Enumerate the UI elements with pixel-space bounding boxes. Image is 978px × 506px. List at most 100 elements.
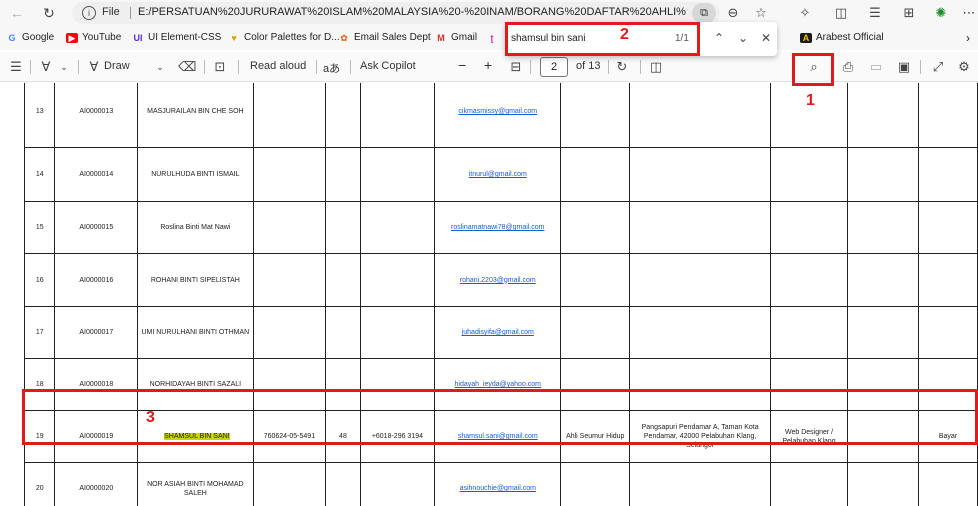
page-total: of 13 <box>576 60 601 72</box>
more-menu-icon[interactable]: ⋯ <box>960 5 978 21</box>
zoom-out-button[interactable]: − <box>458 57 466 73</box>
url-separator <box>130 7 131 19</box>
collections-icon[interactable]: ⊞ <box>900 5 918 21</box>
previous-match-icon[interactable]: ⌃ <box>710 29 728 47</box>
address-bar-row: ← ↻ i File E:/PERSATUAN%20JURURAWAT%20IS… <box>0 0 978 26</box>
toolbar-separator <box>608 60 609 74</box>
table-cell-email[interactable]: asihnouchie@gmail.com <box>434 462 562 506</box>
immersive-reader-icon[interactable]: ⧉ <box>692 3 716 23</box>
toolbar-separator <box>30 60 31 74</box>
table-cell-c12 <box>917 83 978 148</box>
eraser-icon[interactable]: ⌫ <box>178 59 196 75</box>
url-box[interactable]: i File E:/PERSATUAN%20JURURAWAT%20ISLAM%… <box>72 2 767 24</box>
bookmark-partial[interactable]: ʈ <box>486 31 502 45</box>
ui-logo-icon: UI <box>133 33 143 43</box>
bookmark-arabest[interactable]: A Arabest Official <box>800 31 884 45</box>
zoom-in-button[interactable]: + <box>484 57 492 73</box>
annotation-box-2 <box>505 22 700 56</box>
extensions-icon[interactable]: ✧ <box>796 5 814 21</box>
favorites-list-icon[interactable]: ☰ <box>866 5 884 21</box>
zoom-icon[interactable]: ⊖ <box>724 5 742 21</box>
bookmark-ui-element[interactable]: UI UI Element-CSS <box>132 31 222 45</box>
fullscreen-icon[interactable]: ⤢ <box>930 59 946 75</box>
table-cell-job <box>770 201 848 254</box>
favorite-star-icon[interactable]: ☆ <box>752 5 770 21</box>
draw-button[interactable]: Draw <box>104 60 130 72</box>
draw-icon[interactable]: ∀ <box>86 59 102 75</box>
toolbar-separator <box>350 60 351 74</box>
gmail-icon: M <box>437 33 445 43</box>
table-cell-phone <box>359 306 436 359</box>
bookmark-color-palettes[interactable]: ♥ Color Palettes for D... <box>228 31 339 45</box>
table-cell-c11 <box>846 201 919 254</box>
table-cell-email[interactable]: juhadisyifa@gmail.com <box>434 306 562 359</box>
table-cell-email[interactable]: roslinamatnawi78@gmail.com <box>434 201 562 254</box>
table-cell-job <box>770 306 848 359</box>
page-number-input[interactable] <box>540 57 568 77</box>
bookmark-partial-icon: ʈ <box>490 33 494 43</box>
draw-dropdown-icon[interactable]: ⌄ <box>152 59 168 75</box>
table-cell-id: AI0000013 <box>54 83 139 148</box>
text-box-icon[interactable]: ⊡ <box>212 59 228 75</box>
next-match-icon[interactable]: ⌄ <box>734 29 752 47</box>
table-row: 16 AI0000016 ROHANI BINTI SIPELISTAH rohani… <box>23 253 978 307</box>
save-as-icon[interactable]: ▣ <box>896 59 912 75</box>
table-cell-c8 <box>560 147 631 202</box>
refresh-icon[interactable]: ↻ <box>40 4 58 22</box>
annotation-number-3: 3 <box>146 409 155 426</box>
copilot-icon[interactable]: ✺ <box>932 5 950 21</box>
table-cell-age <box>325 83 361 148</box>
table-cell-email[interactable]: cikmasmissy@gmail.com <box>434 83 562 148</box>
table-cell-email[interactable]: itnurul@gmail.com <box>434 147 562 202</box>
translate-icon[interactable]: aあ <box>323 60 340 76</box>
table-cell-phone <box>359 253 436 307</box>
table-cell-address <box>629 201 772 254</box>
fit-page-icon[interactable]: ⊟ <box>508 59 524 75</box>
table-cell-id: AI0000016 <box>54 253 139 307</box>
table-cell-no: 15 <box>23 201 56 254</box>
table-cell-c11 <box>846 253 919 307</box>
bookmark-label: Arabest Official <box>816 32 884 43</box>
table-row: 14 AI0000014 NURULHUDA BINTI ISMAIL itnurul… <box>23 147 978 202</box>
bookmark-youtube[interactable]: ▶ YouTube <box>66 31 121 45</box>
table-cell-address <box>629 83 772 148</box>
toolbar-separator <box>238 60 239 74</box>
table-cell-phone <box>359 201 436 254</box>
highlight-dropdown-icon[interactable]: ⌄ <box>56 59 72 75</box>
bookmark-gmail[interactable]: M Gmail <box>435 31 477 45</box>
table-cell-name: NOR ASIAH BINTI MOHAMAD SALEH <box>137 462 254 506</box>
table-cell-c12 <box>917 253 978 307</box>
bookmark-label: Google <box>22 32 55 43</box>
table-cell-c12 <box>917 306 978 359</box>
contents-list-icon[interactable]: ☰ <box>8 59 24 75</box>
table-row: 20 AI0000020 NOR ASIAH BINTI MOHAMAD SALEH… <box>23 462 978 506</box>
table-cell-name: ROHANI BINTI SIPELISTAH <box>137 253 254 307</box>
back-arrow-icon[interactable]: ← <box>8 4 26 22</box>
url-text[interactable]: E:/PERSATUAN%20JURURAWAT%20ISLAM%20MALAY… <box>138 6 686 18</box>
save-icon[interactable]: ▭ <box>868 59 884 75</box>
table-cell-c8 <box>560 83 631 148</box>
print-icon[interactable]: ⎙ <box>840 59 856 75</box>
highlight-icon[interactable]: ∀ <box>38 59 54 75</box>
read-aloud-button[interactable]: Read aloud <box>250 60 306 72</box>
rotate-icon[interactable]: ↻ <box>614 59 630 75</box>
table-cell-job <box>770 147 848 202</box>
table-cell-age <box>325 306 361 359</box>
bookmarks-more-chevron-icon[interactable]: › <box>966 31 970 45</box>
bookmark-google[interactable]: G Google <box>6 31 54 45</box>
table-cell-phone <box>359 462 436 506</box>
table-cell-ic <box>252 306 327 359</box>
split-screen-icon[interactable]: ◫ <box>832 5 850 21</box>
table-cell-no: 20 <box>23 462 56 506</box>
close-icon[interactable]: ✕ <box>757 29 775 47</box>
table-cell-name: Roslina Binti Mat Nawi <box>137 201 254 254</box>
table-cell-ic <box>252 462 327 506</box>
settings-gear-icon[interactable]: ⚙ <box>956 59 972 75</box>
table-cell-name: NURULHUDA BINTI ISMAIL <box>137 147 254 202</box>
page-view-icon[interactable]: ◫ <box>648 59 664 75</box>
bookmark-email-sales[interactable]: ✿ Email Sales Dept <box>338 31 430 45</box>
ask-copilot-button[interactable]: Ask Copilot <box>360 60 416 72</box>
table-cell-email[interactable]: rohani.2203@gmail.com <box>434 253 562 307</box>
table-cell-c12 <box>917 147 978 202</box>
info-icon[interactable]: i <box>82 6 96 20</box>
